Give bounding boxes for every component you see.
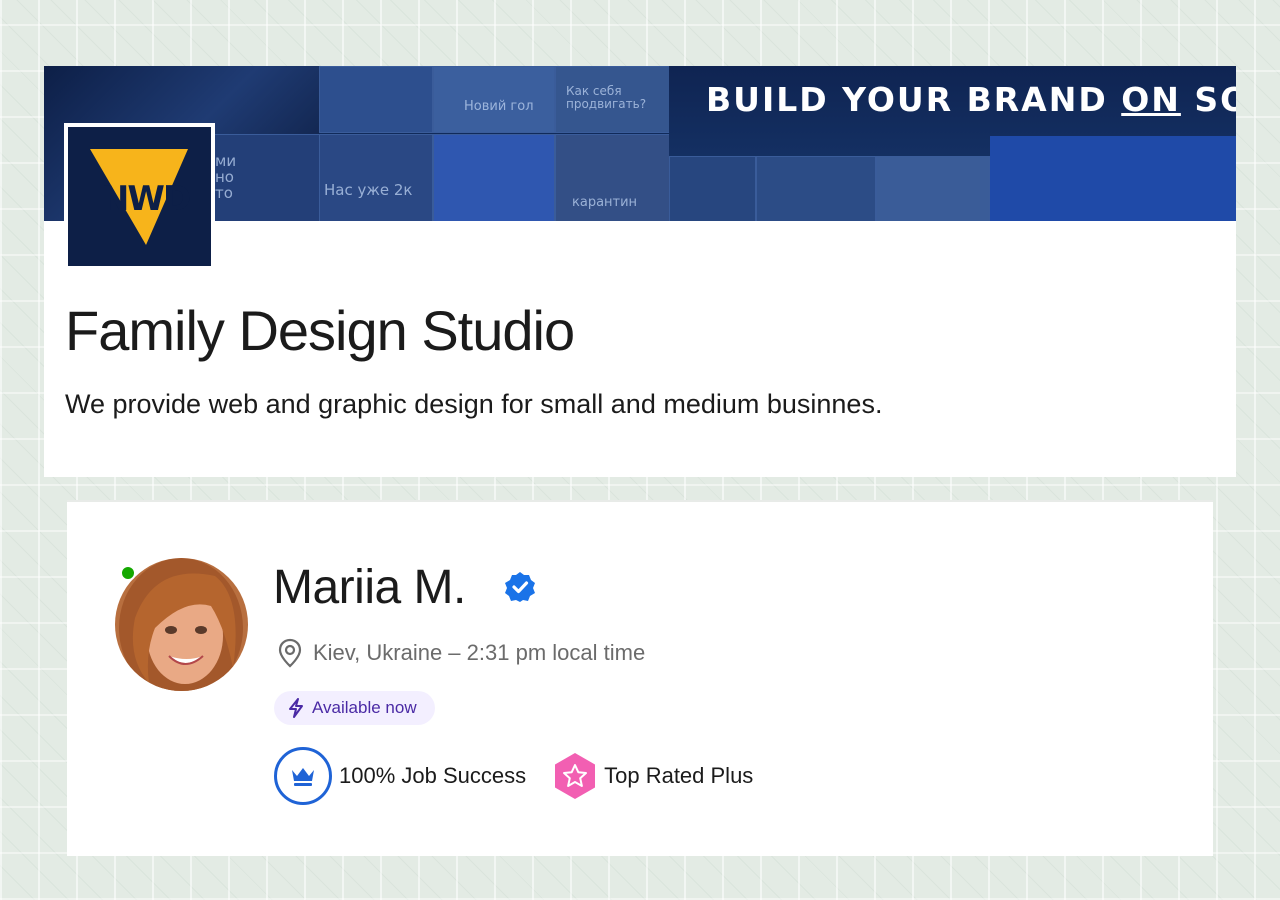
avatar-photo [115,558,248,691]
company-name: Family Design Studio [65,299,575,362]
banner-tile [990,136,1236,221]
profile-card: Mariia M. Kiev, Ukraine – 2:31 pm local … [67,500,1213,856]
location-text: Kiev, Ukraine – 2:31 pm local time [313,640,646,665]
banner-tile-text: ми но то [215,152,237,202]
online-status-dot [120,565,136,581]
verified-badge-icon [505,572,535,602]
company-logo: NWD [64,123,215,270]
location-row: Kiev, Ukraine – 2:31 pm local time [277,638,645,668]
top-rated-text: Top Rated Plus [604,763,754,788]
banner-tile [433,134,555,221]
availability-badge[interactable]: Available now [274,691,435,725]
star-badge-icon [555,753,596,799]
banner-tile [876,156,990,221]
banner-tile-text: Новий гол [464,99,534,114]
banner-tile [669,156,756,221]
banner-tile: Нас уже 2к [319,134,433,221]
banner-tile-text: Как себя продвигать? [566,84,647,111]
availability-text: Available now [312,698,417,717]
banner-tile: карантин [555,134,671,221]
location-pin-icon [278,638,302,668]
banner-tile: Новий гол [433,66,555,133]
banner-tile: Как себя продвигать? [555,66,671,133]
company-description: We provide web and graphic design for sm… [65,389,883,419]
avatar[interactable] [115,558,248,691]
banner-tile [756,156,876,221]
banner-tile [319,66,433,133]
job-success-text: 100% Job Success [339,763,527,788]
company-banner: Новий гол Как себя продвигать? ми но то … [44,66,1236,221]
company-card: Новий гол Как себя продвигать? ми но то … [44,66,1236,477]
badges-row: 100% Job Success Top Rated Plus [273,745,753,807]
lightning-icon [289,698,303,718]
logo-text: NWD [100,179,191,219]
banner-tile-text: карантин [572,195,638,210]
job-success-badge[interactable]: 100% Job Success [273,746,526,806]
person-name: Mariia M. [273,561,466,614]
banner-tile-text: Нас уже 2к [324,181,413,199]
crown-icon [274,747,332,805]
banner-headline: BUILD YOUR BRAND ON SO [706,80,1236,119]
top-rated-badge[interactable]: Top Rated Plus [552,751,753,801]
